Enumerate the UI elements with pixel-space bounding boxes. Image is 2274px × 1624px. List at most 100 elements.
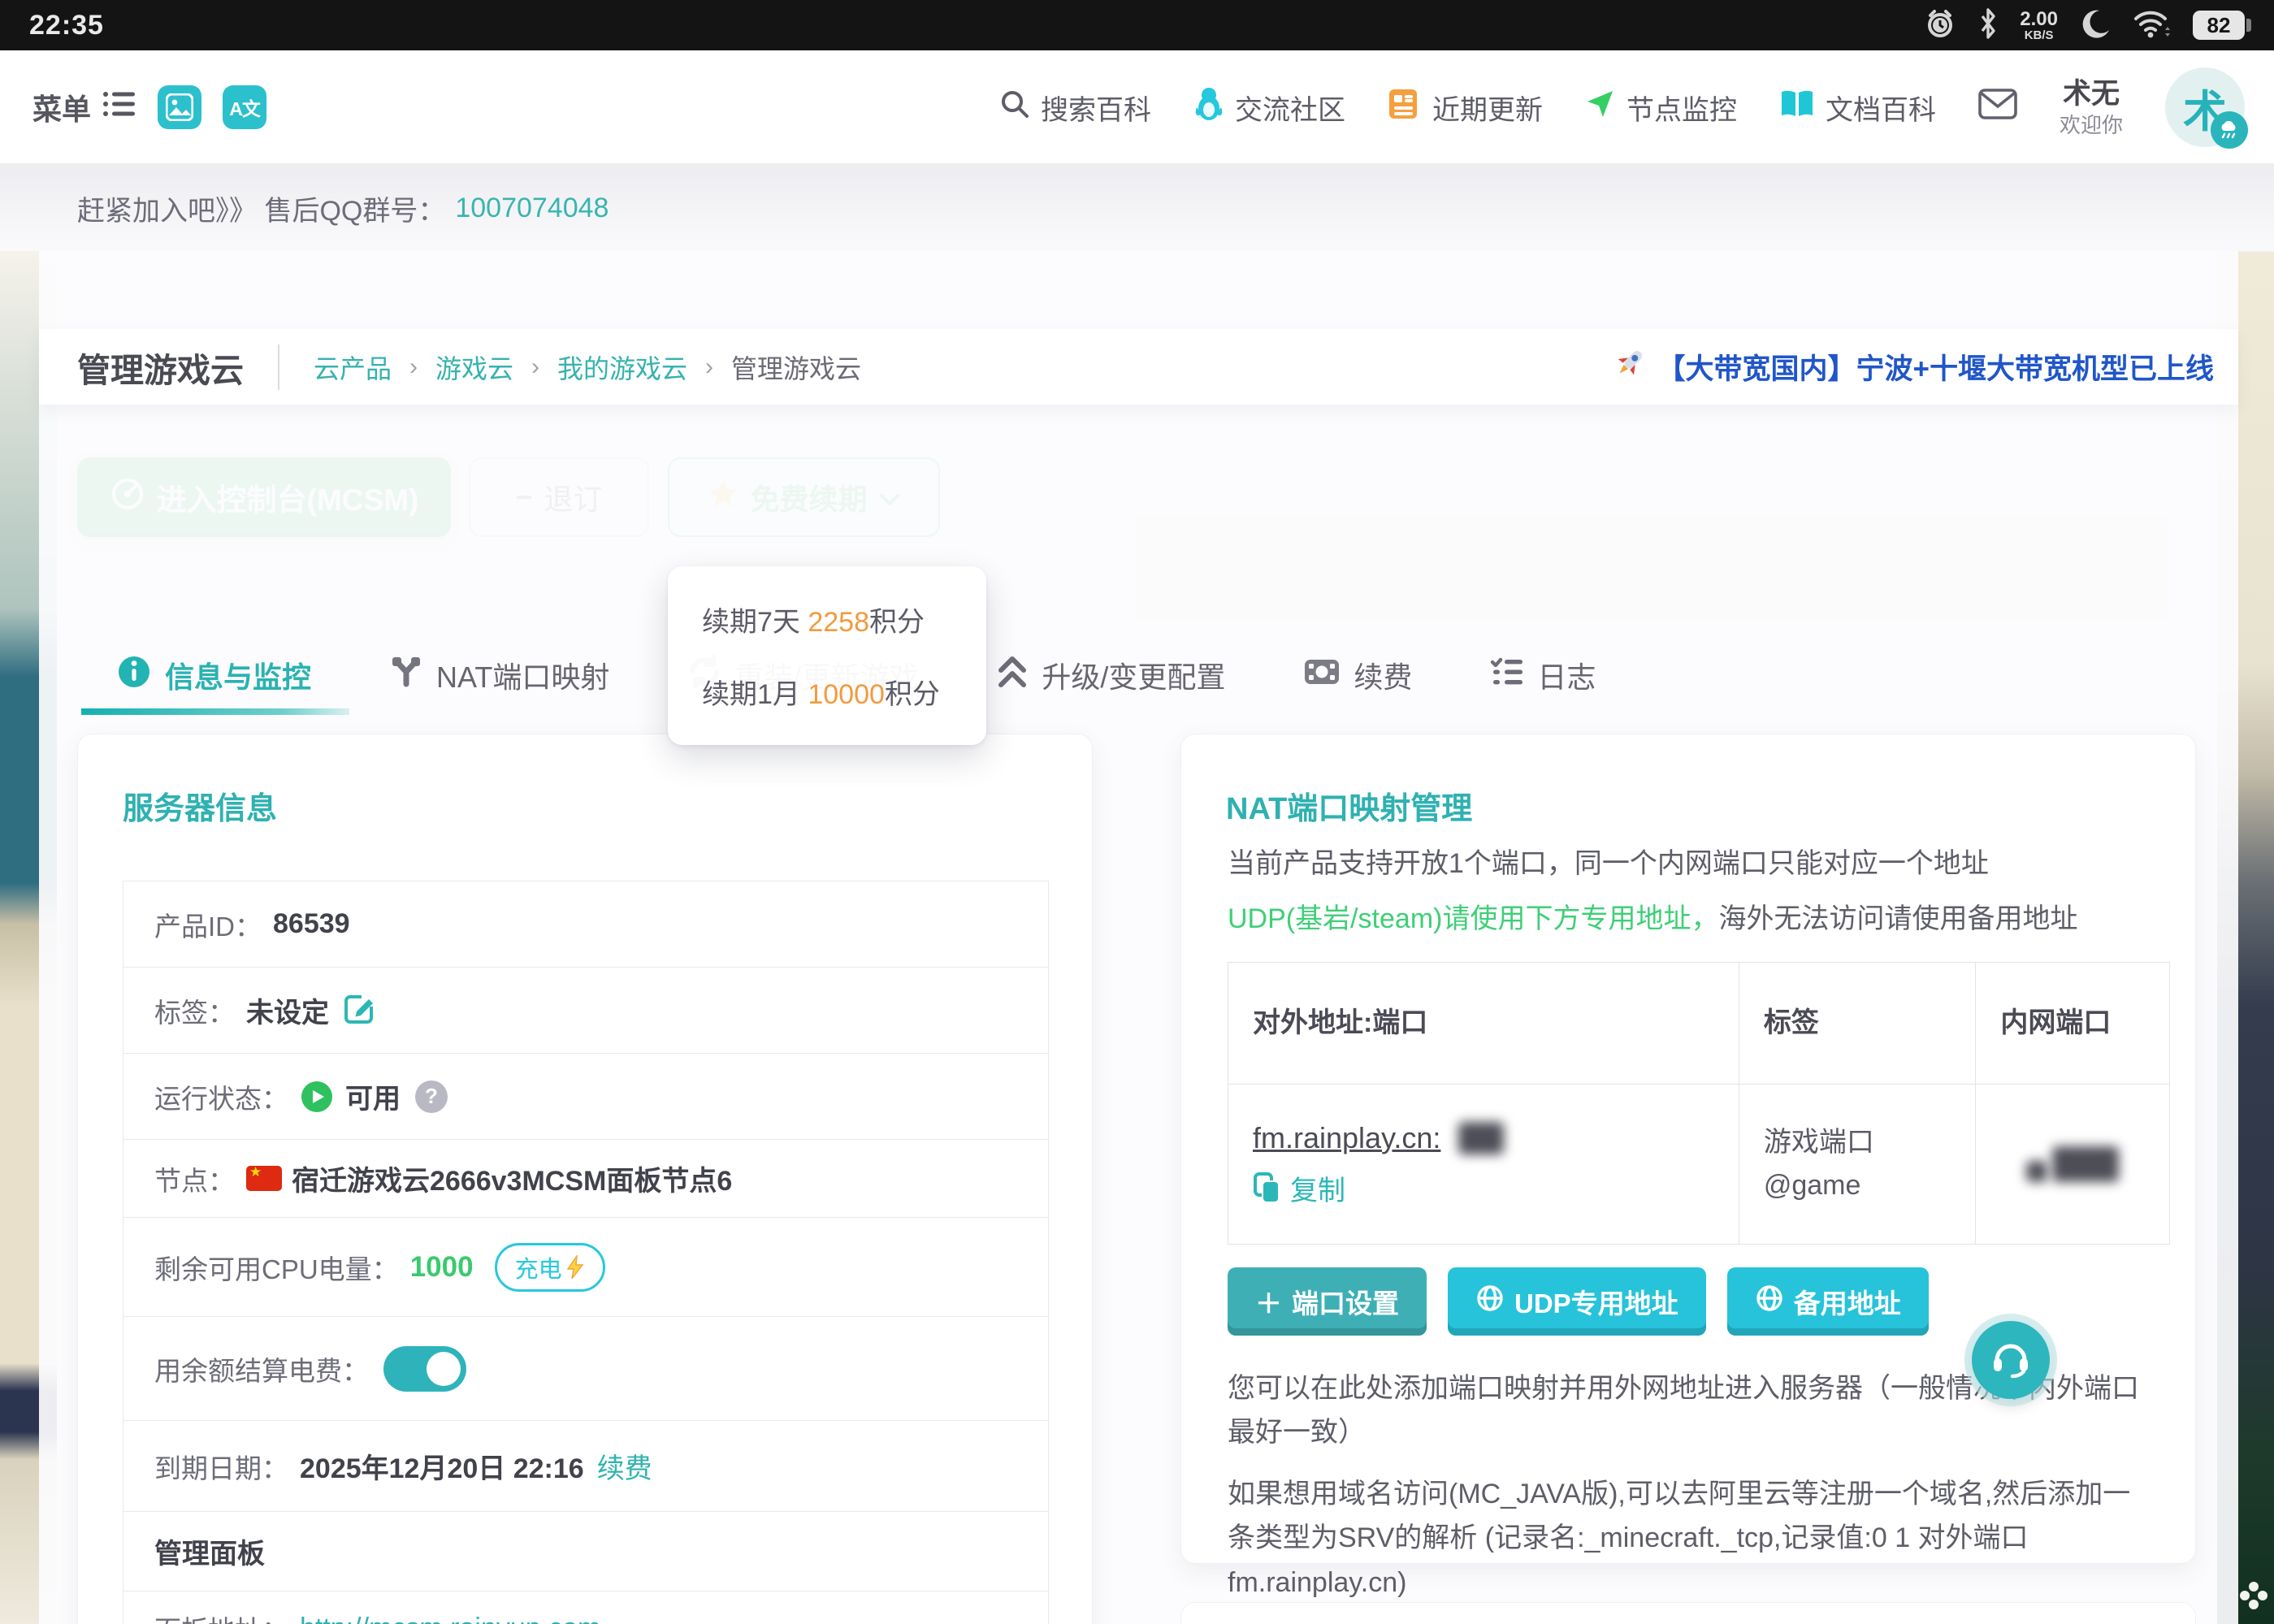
blurred-internal-port [2026,1161,2047,1182]
welcome-text: 欢迎你 [2060,112,2123,139]
clock-time: 22:35 [29,10,104,41]
page-header: 管理游戏云 云产品 › 游戏云 › 我的游戏云 › 管理游戏云 【大带宽国内】宁… [39,329,2238,405]
envelope-icon [1978,88,2017,128]
username: 术无 [2063,76,2120,112]
network-speed: 2.00KB/S [2020,10,2058,41]
server-info-card: 服务器信息 产品ID： 86539 标签： 未设定 运行状态： 可用 ? [77,734,1093,1624]
external-address-link[interactable]: fm.rainplay.cn: [1253,1121,1714,1155]
news-icon [1388,88,1422,128]
renew-1month-option[interactable]: 续期1月 10000积分 [668,672,986,712]
edit-tag-button[interactable] [344,992,376,1029]
alarm-icon [1924,7,1956,44]
navigation-arrow-icon [1585,89,1616,127]
qq-number-link[interactable]: 1007074048 [455,193,609,224]
info-icon [116,654,152,697]
top-navbar: 菜单 A文 搜索百科 交流社区 [0,50,2274,164]
lightning-icon [565,1255,585,1280]
header-internal-port: 内网端口 [1976,963,2169,1084]
charge-button[interactable]: 充电 [495,1243,605,1292]
panel-address-link[interactable]: http://mcsm.rainyun.com [300,1613,600,1624]
qq-penguin-icon [1193,86,1224,129]
copy-button[interactable]: 复制 [1253,1168,1714,1208]
nat-note-2: 如果想用域名访问(MC_JAVA版),可以去阿里云等注册一个域名,然后添加一条类… [1228,1472,2158,1605]
row-run-status: 运行状态： 可用 ? [123,1054,1048,1140]
udp-address-button[interactable]: UDP专用地址 [1448,1267,1706,1336]
nav-item-community[interactable]: 交流社区 [1193,86,1345,129]
renew-7days-option[interactable]: 续期7天 2258积分 [668,600,986,639]
tab-renew[interactable]: 续费 [1303,654,1412,696]
crumb-current: 管理游戏云 [731,349,861,386]
user-info[interactable]: 术无 欢迎你 [2060,76,2123,138]
renew-dropdown-menu: 续期7天 2258积分 续期1月 10000积分 [668,566,986,745]
row-node: 节点： 宿迁游戏云2666v3MCSM面板节点6 [123,1140,1048,1218]
backup-address-button[interactable]: 备用地址 [1727,1267,1929,1336]
port-tag: 游戏端口@game [1764,1121,1918,1206]
row-panel-address: 面板地址： http://mcsm.rainyun.com [123,1592,1048,1624]
copy-icon [1253,1171,1282,1204]
menu-button[interactable]: 菜单 [32,86,136,128]
server-info-table: 产品ID： 86539 标签： 未设定 运行状态： 可用 ? 节点： [123,881,1049,1624]
port-setting-button[interactable]: ＋ 端口设置 [1228,1267,1427,1336]
tab-info-monitor[interactable]: 信息与监控 [116,654,311,697]
status-badge: 可用 [345,1076,401,1116]
screen: 22:35 2.00KB/S 82 菜单 [0,0,2274,1624]
globe-icon [1755,1284,1784,1319]
nav-item-search[interactable]: 搜索百科 [999,88,1151,128]
banknote-icon [1303,656,1341,695]
headset-icon [1990,1337,2032,1384]
header-tag: 标签 [1739,963,1977,1084]
announcement-link[interactable]: 【大带宽国内】宁波+十堰大带宽机型已上线 [1612,345,2214,388]
crumb-my-game-cloud[interactable]: 我的游戏云 [557,349,687,386]
wifi-icon [2133,7,2172,44]
row-expire-date: 到期日期： 2025年12月20日 22:16 续费 [123,1421,1048,1512]
nav-item-docs[interactable]: 文档百科 [1779,88,1936,128]
nat-port-table: 对外地址:端口 标签 内网端口 fm.rainplay.cn: 复制 游戏端口@… [1228,962,2170,1245]
checklist-icon [1490,656,1524,695]
qq-banner: 赶紧加入吧》》 售后QQ群号： 1007074048 [0,165,2274,251]
globe-icon [1475,1284,1505,1319]
status-bar: 22:35 2.00KB/S 82 [0,0,2274,50]
plus-icon: ＋ [1255,1282,1282,1321]
menu-label: 菜单 [32,86,91,128]
renew-link[interactable]: 续费 [597,1446,652,1486]
banner-text: 赶紧加入吧》》 售后QQ群号： [77,188,445,228]
background-flower [2240,1582,2268,1609]
blurred-port [1458,1122,1504,1154]
nat-card: NAT端口映射管理 当前产品支持开放1个端口，同一个内网端口只能对应一个地址 U… [1180,734,2196,1564]
nav-item-node-monitor[interactable]: 节点监控 [1585,88,1737,128]
balance-billing-toggle[interactable] [383,1346,466,1392]
avatar[interactable]: 术 [2165,67,2245,147]
nat-table-header: 对外地址:端口 标签 内网端口 [1228,963,2169,1085]
crumb-cloud-products[interactable]: 云产品 [314,349,392,386]
row-cpu-power: 剩余可用CPU电量： 1000 充电 [123,1218,1048,1317]
bluetooth-icon [1977,6,1999,45]
blurred-internal-port-2 [2052,1146,2119,1182]
nat-desc-2: UDP(基岩/steam)请使用下方专用地址，海外无法访问请使用备用地址 [1228,897,2158,941]
row-balance-billing: 用余额结算电费： [123,1317,1048,1421]
server-info-title: 服务器信息 [123,783,277,828]
rocket-icon [1612,345,1648,388]
book-icon [1779,89,1815,127]
help-question-icon[interactable]: ? [415,1081,448,1113]
row-product-id: 产品ID： 86539 [123,881,1048,968]
rain-cloud-icon [2211,111,2248,149]
active-tab-underline [81,708,349,715]
header-external-address: 对外地址:端口 [1228,963,1739,1084]
nat-desc-1: 当前产品支持开放1个端口，同一个内网端口只能对应一个地址 [1228,842,2158,886]
translate-icon[interactable]: A文 [223,85,266,129]
status-available-icon [300,1080,334,1114]
gallery-icon[interactable] [158,85,201,129]
nat-actions: ＋ 端口设置 UDP专用地址 备用地址 [1228,1267,1929,1336]
tab-upgrade-config[interactable]: 升级/变更配置 [996,654,1225,697]
support-fab-button[interactable] [1972,1321,2050,1399]
mail-button[interactable] [1978,88,2017,128]
tab-nat-port-mapping[interactable]: NAT端口映射 [389,654,609,696]
battery-indicator: 82 [2193,11,2245,40]
tab-logs[interactable]: 日志 [1490,654,1596,696]
nav-item-updates[interactable]: 近期更新 [1388,88,1543,128]
branch-icon [389,655,423,696]
crumb-game-cloud[interactable]: 游戏云 [435,349,513,386]
divider [278,344,279,390]
list-icon [102,89,136,126]
search-icon [999,89,1030,127]
